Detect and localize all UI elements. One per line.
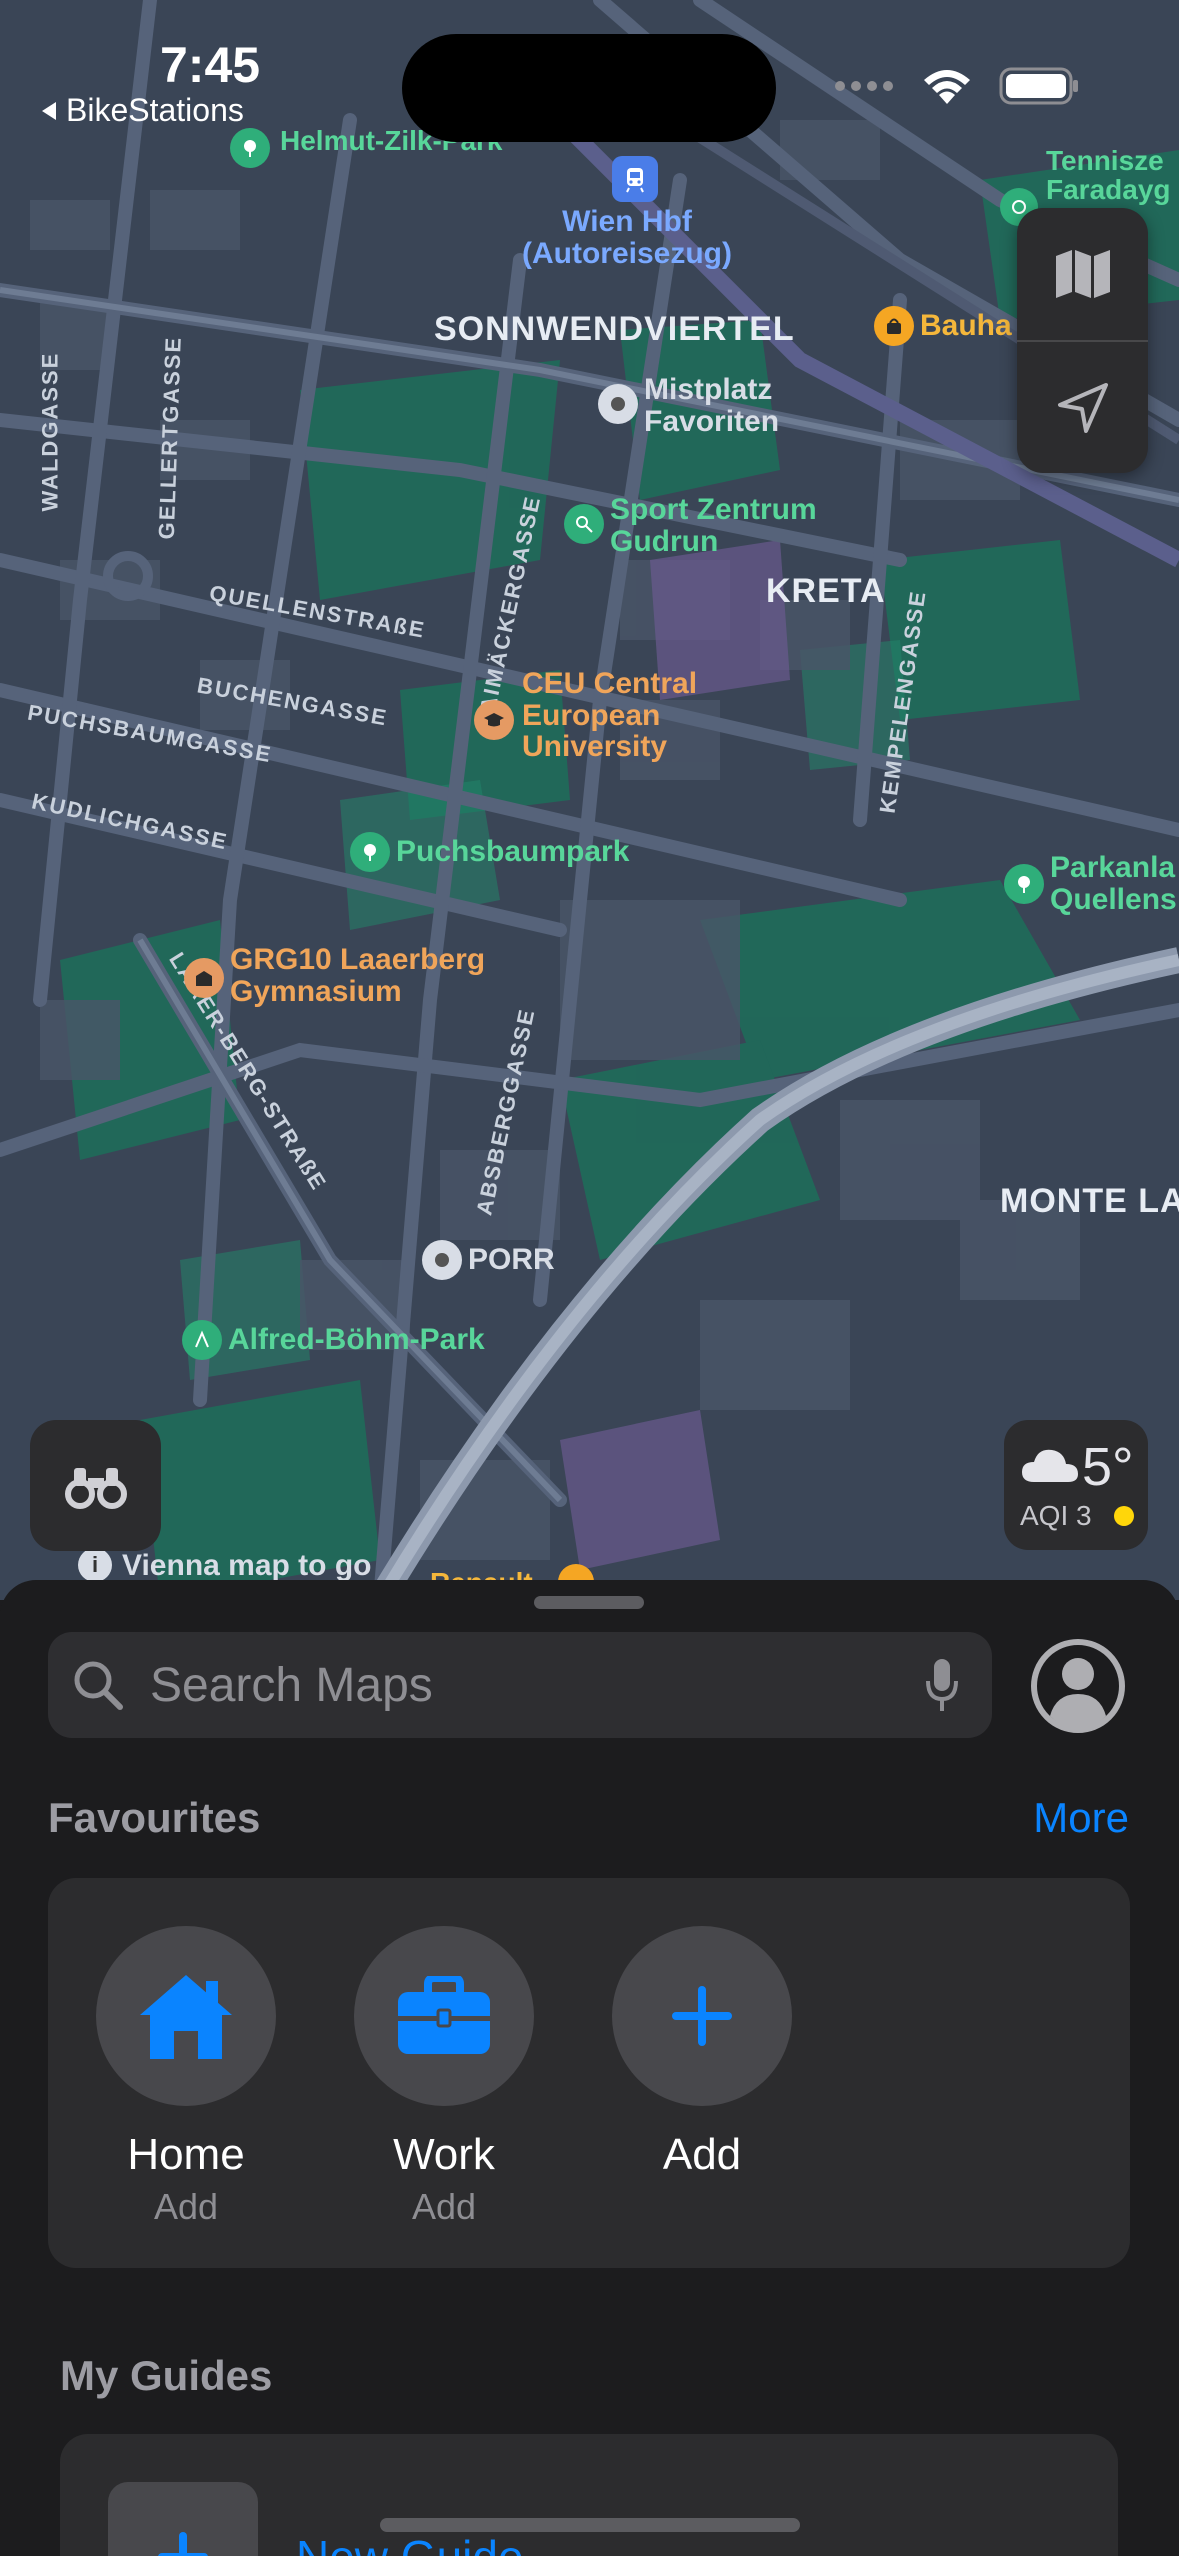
cloud-icon (1022, 1449, 1078, 1482)
briefcase-icon (398, 1976, 490, 2054)
favourite-sub: Add (153, 2186, 219, 2227)
home-indicator (380, 2518, 800, 2532)
poi-mistplatz[interactable]: Mistplatz Favoriten (644, 374, 779, 437)
new-guide-link[interactable]: New Guide (296, 2530, 524, 2556)
plus-icon (158, 2532, 208, 2556)
favourite-icon-circle (96, 1926, 276, 2106)
new-guide-thumbnail[interactable] (108, 2482, 258, 2556)
poi-alfred-boehm-park[interactable]: Alfred-Böhm-Park (228, 1324, 485, 1356)
search-input[interactable]: Search Maps (48, 1632, 992, 1738)
microphone-icon[interactable] (922, 1655, 962, 1715)
graduation-cap-icon[interactable] (474, 700, 514, 740)
poi-bauhaus[interactable]: Bauha (920, 310, 1012, 342)
dynamic-island (402, 34, 776, 142)
look-around-button[interactable] (30, 1420, 161, 1551)
search-placeholder: Search Maps (150, 1658, 433, 1712)
map-controls (1017, 208, 1148, 473)
back-to-app-button[interactable]: BikeStations (38, 92, 244, 129)
poi-dot-icon[interactable] (598, 384, 638, 424)
poi-vienna-map[interactable]: Vienna map to go (122, 1550, 371, 1582)
tree-icon[interactable] (350, 832, 390, 872)
poi-wien-hbf[interactable]: Wien Hbf (Autoreisezug) (522, 206, 732, 269)
favourite-icon-circle (612, 1926, 792, 2106)
person-circle-icon (1031, 1639, 1125, 1733)
aqi-label: AQI 3 (1020, 1500, 1092, 1531)
plus-icon (672, 1986, 732, 2046)
favourites-more-link[interactable]: More (1033, 1794, 1129, 1842)
back-triangle-icon (42, 101, 56, 120)
tree-icon[interactable] (1004, 864, 1044, 904)
favourite-sub: Add (411, 2186, 477, 2227)
location-arrow-icon (1057, 382, 1108, 433)
poi-parkanlage[interactable]: Parkanla Quellens (1050, 852, 1177, 915)
district-label: SONNWENDVIERTEL (434, 310, 795, 348)
map-icon (1055, 250, 1110, 298)
playground-icon[interactable] (182, 1320, 222, 1360)
aqi-indicator (1114, 1506, 1134, 1526)
info-icon[interactable]: i (78, 1548, 112, 1582)
favourite-name: Home (127, 2130, 245, 2179)
back-app-label: BikeStations (66, 92, 244, 128)
temperature: 5° (1082, 1437, 1134, 1497)
sheet-grabber[interactable] (534, 1596, 644, 1609)
status-icons (833, 66, 1079, 106)
search-icon (74, 1661, 123, 1710)
district-label: KRETA (766, 572, 886, 610)
poi-dot-icon[interactable] (422, 1240, 462, 1280)
favourite-add[interactable]: Add (612, 1926, 792, 2180)
favourites-title: Favourites (48, 1794, 261, 1841)
sport-icon[interactable] (564, 504, 604, 544)
favourite-name: Add (662, 2130, 742, 2179)
district-label: MONTE LAA (1000, 1182, 1179, 1220)
wifi-icon (924, 70, 970, 104)
cellular-signal-icon (835, 81, 893, 91)
map-mode-button[interactable] (1017, 208, 1148, 340)
status-time: 7:45 (160, 37, 261, 93)
locate-me-button[interactable] (1017, 342, 1148, 473)
poi-puchsbaumpark[interactable]: Puchsbaumpark (396, 836, 629, 868)
profile-avatar[interactable] (1028, 1636, 1128, 1736)
favourites-card: Home Add Work Add Add (48, 1878, 1130, 2268)
school-icon[interactable] (184, 958, 224, 998)
favourite-icon-circle (354, 1926, 534, 2106)
shopping-bag-icon[interactable] (874, 306, 914, 346)
poi-sport-zentrum[interactable]: Sport Zentrum Gudrun (610, 494, 817, 557)
poi-ceu[interactable]: CEU Central European University (522, 668, 697, 763)
street-label: WALDGASSE (37, 351, 63, 512)
guides-card: New Guide (60, 2434, 1118, 2556)
poi-tennis[interactable]: Tennisze Faradayg (1046, 146, 1171, 205)
favourite-name: Work (393, 2130, 495, 2179)
my-guides-title: My Guides (60, 2352, 273, 2399)
park-pin-icon[interactable] (230, 128, 270, 168)
favourite-work[interactable]: Work Add (354, 1926, 534, 2228)
map-view[interactable]: SONNWENDVIERTEL KRETA MONTE LAA WALDGASS… (0, 0, 1179, 1600)
battery-icon (999, 67, 1078, 105)
binoculars-icon (64, 1467, 127, 1509)
poi-porr[interactable]: PORR (468, 1244, 555, 1276)
bottom-sheet: Search Maps Favourites More Home Add Wor… (0, 1580, 1179, 2556)
weather-widget[interactable]: 5° AQI 3 (1004, 1420, 1148, 1550)
train-station-icon[interactable] (612, 156, 658, 202)
poi-grg10[interactable]: GRG10 Laaerberg Gymnasium (230, 944, 485, 1007)
house-icon (140, 1975, 232, 2059)
favourite-home[interactable]: Home Add (96, 1926, 276, 2228)
